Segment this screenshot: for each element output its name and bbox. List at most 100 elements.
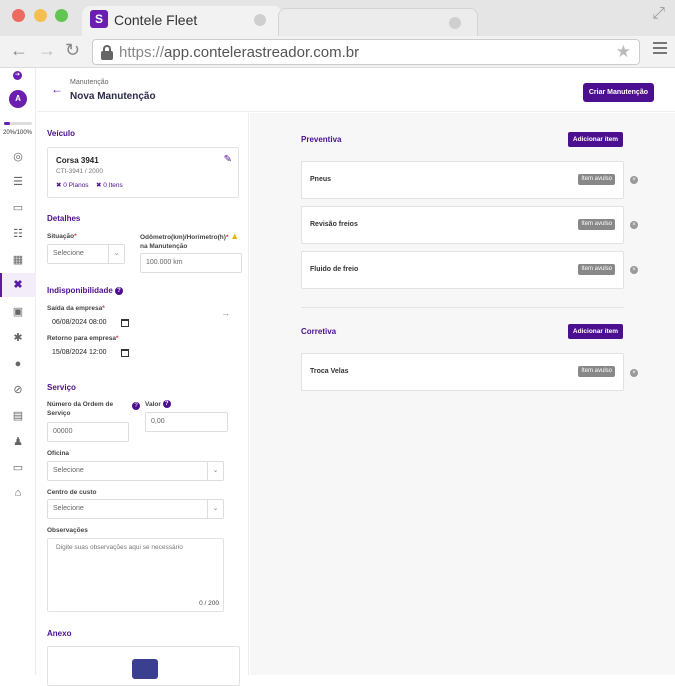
book-icon[interactable]: ▣ xyxy=(11,305,25,319)
checklist-icon[interactable]: ☷ xyxy=(11,227,25,241)
tab-close-icon[interactable] xyxy=(449,17,461,29)
exit-datetime-input[interactable]: 06/08/2024 08:00 xyxy=(47,314,133,334)
close-window-button[interactable] xyxy=(12,9,25,22)
vehicle-name: Corsa 3941 xyxy=(56,156,99,165)
edit-icon[interactable]: ✎ xyxy=(224,154,232,165)
create-maintenance-button[interactable]: Criar Manutenção xyxy=(582,83,654,102)
vehicle-card[interactable]: Corsa 3941 CTI-3941 / 2000 ✖ 0 Planos ✖ … xyxy=(47,147,239,198)
arrow-right-icon: → xyxy=(221,308,230,318)
item-name: Troca Velas xyxy=(310,368,349,375)
preventive-item: Revisão freios Item avulso xyxy=(301,206,624,244)
help-icon[interactable]: ? xyxy=(132,402,140,410)
vehicle-section-title: Veículo xyxy=(47,129,76,138)
status-badge: Item avulso xyxy=(578,174,615,185)
item-name: Revisão freios xyxy=(310,221,358,228)
map-icon[interactable]: ⌂ xyxy=(11,486,25,500)
calendar-icon[interactable] xyxy=(121,319,129,327)
vehicle-plans[interactable]: ✖ 0 Planos xyxy=(56,181,89,189)
value-input[interactable]: 0,00 xyxy=(145,412,228,432)
cost-center-select[interactable]: Selecione ⌄ xyxy=(47,499,224,519)
block-icon[interactable]: ⊘ xyxy=(11,383,25,397)
workshop-select[interactable]: Selecione ⌄ xyxy=(47,461,224,481)
tools-icon[interactable]: ✖ xyxy=(11,278,25,292)
bookmark-star-icon[interactable]: ★ xyxy=(616,42,631,62)
browser-tab-new[interactable] xyxy=(278,8,478,36)
help-icon[interactable]: ? xyxy=(162,400,171,409)
tire-icon[interactable]: ● xyxy=(11,357,25,371)
breadcrumb[interactable]: Manutenção xyxy=(70,79,109,86)
chevron-down-icon: ⌄ xyxy=(207,500,223,518)
tab-close-icon[interactable] xyxy=(254,14,266,26)
browser-toolbar: ← → ↻ https://app.contelerastreador.com.… xyxy=(0,36,675,68)
onboarding-progress-text: 20%/100% xyxy=(3,130,33,136)
car-icon[interactable]: ▭ xyxy=(11,201,25,215)
avatar[interactable]: A xyxy=(9,90,27,108)
list-icon[interactable]: ☰ xyxy=(11,175,25,189)
app-root: ➔ A 20%/100% ◎ ☰ ▭ ☷ ▦ ✖ ▣ ✱ ● ⊘ ▤ ♟ ▭ ⌂… xyxy=(0,68,675,686)
remove-item-icon[interactable]: × xyxy=(630,221,638,229)
car-icon[interactable]: ▭ xyxy=(11,461,25,475)
add-preventive-item-button[interactable]: Adicionar item xyxy=(568,132,623,147)
forward-icon[interactable]: → xyxy=(38,40,56,61)
add-corrective-item-button[interactable]: Adicionar item xyxy=(568,324,623,339)
preventive-section-title: Preventiva xyxy=(301,135,342,144)
remove-item-icon[interactable]: × xyxy=(630,176,638,184)
odometer-input[interactable]: 100.000 km xyxy=(140,253,242,273)
expand-sidebar-icon[interactable]: ➔ xyxy=(13,71,22,80)
remove-item-icon[interactable]: × xyxy=(630,266,638,274)
sidebar: ➔ A 20%/100% ◎ ☰ ▭ ☷ ▦ ✖ ▣ ✱ ● ⊘ ▤ ♟ ▭ ⌂ xyxy=(0,68,36,675)
page-title: Nova Manutenção xyxy=(70,91,156,102)
chevron-down-icon: ⌄ xyxy=(108,245,124,263)
grid-icon[interactable]: ▦ xyxy=(11,253,25,267)
lock-icon xyxy=(101,45,113,60)
status-badge: Item avulso xyxy=(578,219,615,230)
return-datetime-input[interactable]: 15/08/2024 12:00 xyxy=(47,344,133,364)
tools-icon: ✖ xyxy=(56,182,62,189)
order-number-label: Número da Ordem de Serviço xyxy=(47,401,114,417)
notes-counter: 0 / 200 xyxy=(199,600,219,607)
browser-menu-icon[interactable] xyxy=(653,42,667,57)
maximize-window-button[interactable] xyxy=(55,9,68,22)
app-logo-icon: S xyxy=(90,10,108,28)
browser-tab-title: Contele Fleet xyxy=(114,12,198,28)
attachment-dropzone[interactable] xyxy=(47,646,240,686)
exit-label: Saída da empresa* xyxy=(47,305,105,312)
situation-select[interactable]: Selecione ⌄ xyxy=(47,244,125,264)
attachment-section-title: Anexo xyxy=(47,629,72,638)
sparkle-icon[interactable]: ✱ xyxy=(11,331,25,345)
browser-tab-active[interactable]: S Contele Fleet xyxy=(82,6,282,36)
help-icon[interactable]: ? xyxy=(115,286,124,295)
preventive-item: Pneus Item avulso xyxy=(301,161,624,199)
reload-icon[interactable]: ↻ xyxy=(65,40,80,61)
notes-label: Observações xyxy=(47,527,88,534)
tools-icon: ✖ xyxy=(96,182,102,189)
upload-illustration-icon xyxy=(132,659,158,679)
user-icon[interactable]: ♟ xyxy=(11,435,25,449)
minimize-window-button[interactable] xyxy=(34,9,47,22)
address-bar[interactable]: https://app.contelerastreador.com.br ★ xyxy=(92,39,640,65)
back-arrow-icon[interactable]: ← xyxy=(51,82,63,96)
item-name: Pneus xyxy=(310,176,332,183)
globe-icon[interactable]: ◎ xyxy=(11,150,25,164)
fullscreen-icon[interactable]: ⤢ xyxy=(652,5,665,23)
situation-label: Situação* xyxy=(47,233,77,240)
calendar-icon[interactable] xyxy=(121,349,129,357)
maintenance-form: Veículo Corsa 3941 CTI-3941 / 2000 ✖ 0 P… xyxy=(37,113,249,686)
notes-placeholder: Digite suas observações aqui se necessár… xyxy=(56,544,183,551)
onboarding-progress-bar xyxy=(4,122,32,125)
preventive-item: Fluido de freio Item avulso xyxy=(301,251,624,289)
unavailability-section-title: Indisponibilidade ? xyxy=(47,286,124,295)
back-icon[interactable]: ← xyxy=(10,40,28,61)
details-section-title: Detalhes xyxy=(47,214,81,223)
cost-center-label: Centro de custo xyxy=(47,489,97,496)
order-number-input[interactable]: 00000 xyxy=(47,422,129,442)
page-header: ← Manutenção Nova Manutenção Criar Manut… xyxy=(37,68,675,112)
workshop-label: Oficina xyxy=(47,450,70,457)
id-card-icon[interactable]: ▤ xyxy=(11,409,25,423)
remove-item-icon[interactable]: × xyxy=(630,369,638,377)
status-badge: Item avulso xyxy=(578,366,615,377)
vehicle-items[interactable]: ✖ 0 Itens xyxy=(96,181,123,189)
browser-tab-strip: S Contele Fleet ⤢ xyxy=(0,0,675,36)
vehicle-plate-year: CTI-3941 / 2000 xyxy=(56,168,103,175)
notes-textarea[interactable]: Digite suas observações aqui se necessár… xyxy=(47,538,224,612)
